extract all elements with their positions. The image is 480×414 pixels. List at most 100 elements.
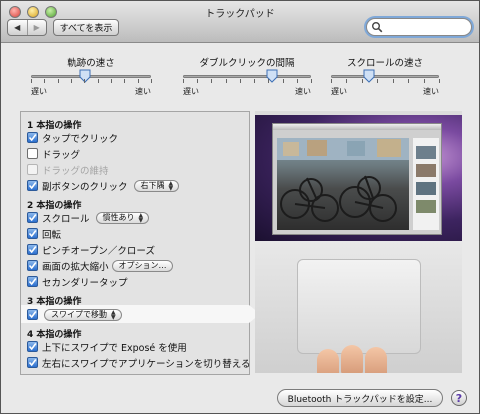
- scroll-speed-slider: スクロールの速さ 遅い 速い: [331, 55, 440, 97]
- slider-tick: [361, 79, 363, 83]
- pinch-checkbox[interactable]: [27, 244, 38, 255]
- slider-tick: [346, 79, 348, 83]
- search-field[interactable]: [366, 18, 472, 36]
- preview-photo: [277, 138, 409, 230]
- slider-tick: [137, 79, 139, 83]
- rotate-checkbox[interactable]: [27, 228, 38, 239]
- show-all-button[interactable]: すべてを表示: [53, 19, 119, 36]
- thumbnail: [416, 164, 436, 177]
- zoom-checkbox[interactable]: [27, 260, 38, 271]
- slider-max-label: 速い: [135, 87, 151, 96]
- secondary-click-checkbox[interactable]: [27, 180, 38, 191]
- bicycles-photo-icon: [277, 138, 409, 222]
- scroll-checkbox[interactable]: [27, 212, 38, 223]
- slider-tick: [239, 79, 241, 83]
- slider-tick: [311, 79, 312, 83]
- slider-tick: [110, 79, 112, 83]
- checkmark-icon: [28, 343, 37, 351]
- tap-to-click-label: タップでクリック: [42, 133, 119, 145]
- scroll-popup[interactable]: 慣性あり ▲ ▼: [95, 211, 150, 224]
- three-finger-title: 3 本指の操作: [27, 297, 82, 307]
- secondary-tap-row[interactable]: セカンダリータップ: [27, 275, 128, 289]
- slider-tick: [392, 79, 394, 83]
- gesture-preview: [255, 111, 462, 373]
- checkmark-icon: [28, 134, 37, 142]
- slider-tick: [197, 79, 199, 83]
- checkmark-icon: [28, 359, 37, 367]
- finger-icon: [341, 345, 363, 373]
- three-finger-swipe-checkbox[interactable]: [27, 309, 38, 320]
- drag-row[interactable]: ドラッグ: [27, 147, 80, 161]
- rotate-row[interactable]: 回転: [27, 227, 62, 241]
- checkmark-icon: [28, 246, 37, 254]
- scroll-row[interactable]: スクロール 慣性あり ▲ ▼: [27, 211, 150, 225]
- three-finger-swipe-row[interactable]: スワイプで移動 ▲ ▼: [27, 308, 122, 321]
- checkmark-icon: [28, 278, 37, 286]
- expose-checkbox[interactable]: [27, 341, 38, 352]
- slider-tick: [423, 79, 425, 83]
- forward-button[interactable]: ▶: [26, 20, 47, 35]
- expose-label: 上下にスワイプで Exposé を使用: [42, 342, 187, 354]
- secondary-tap-label: セカンダリータップ: [42, 277, 128, 289]
- slider-tick: [211, 79, 213, 83]
- slider-tick: [183, 79, 184, 83]
- slider-ticks: [31, 78, 152, 83]
- checkmark-icon: [28, 182, 37, 190]
- help-button[interactable]: ?: [451, 390, 467, 406]
- finger-icon: [317, 349, 339, 373]
- tap-to-click-checkbox[interactable]: [27, 132, 38, 143]
- slider-label: 軌跡の速さ: [67, 58, 115, 69]
- secondary-click-row[interactable]: 副ボタンのクリック 右下隅 ▲ ▼: [27, 179, 180, 193]
- zoom-options-button[interactable]: オプション…: [111, 259, 173, 272]
- zoom-label: 画面の拡大縮小: [42, 261, 109, 273]
- slider-tick: [282, 79, 284, 83]
- preview-app-window: [272, 123, 442, 235]
- secondary-tap-checkbox[interactable]: [27, 276, 38, 287]
- slider-ticks: [331, 78, 440, 83]
- nav-buttons: ◀ ▶: [7, 19, 47, 36]
- slider-tick: [377, 79, 379, 83]
- slider-tick: [70, 79, 72, 83]
- back-button[interactable]: ◀: [8, 20, 27, 35]
- search-icon: [372, 22, 383, 33]
- slider-tick: [124, 79, 126, 83]
- gesture-options-panel: 1 本指の操作 タップでクリック ドラッグ ドラッグの維持 副ボタンのクリック …: [20, 111, 260, 375]
- slider-tick: [31, 79, 32, 83]
- slider-tick: [331, 79, 332, 83]
- checkmark-icon: [28, 214, 37, 222]
- preview-side-thumbnails: [413, 138, 439, 230]
- bluetooth-trackpad-setup-button[interactable]: Bluetooth トラックパッドを設定...: [277, 389, 443, 407]
- drag-checkbox[interactable]: [27, 148, 38, 159]
- drag-lock-checkbox: [27, 164, 38, 175]
- tap-to-click-row[interactable]: タップでクリック: [27, 131, 119, 145]
- slider-tick: [408, 79, 410, 83]
- thumbnail: [416, 182, 436, 195]
- app-switch-row[interactable]: 左右にスワイプでアプリケーションを切り替える: [27, 356, 251, 370]
- pinch-row[interactable]: ピンチオープン／クローズ: [27, 243, 155, 257]
- slider-ticks: [183, 78, 312, 83]
- drag-lock-row: ドラッグの維持: [27, 163, 109, 177]
- trackpad-preferences-window: トラックパッド ◀ ▶ すべてを表示 軌跡の速さ 遅い 速い ダブルクリックの間隔…: [0, 0, 480, 414]
- search-input[interactable]: [385, 20, 469, 34]
- three-finger-swipe-popup[interactable]: スワイプで移動 ▲ ▼: [44, 308, 122, 321]
- expose-row[interactable]: 上下にスワイプで Exposé を使用: [27, 340, 187, 354]
- back-arrow-icon: ◀: [14, 23, 21, 32]
- slider-min-label: 遅い: [31, 87, 47, 96]
- slider-label: スクロールの速さ: [346, 58, 423, 69]
- finger-icon: [365, 347, 387, 373]
- app-switch-checkbox[interactable]: [27, 357, 38, 368]
- popup-value: 右下隅: [140, 181, 165, 190]
- thumbnail: [416, 200, 436, 213]
- drag-lock-label: ドラッグの維持: [42, 165, 109, 177]
- secondary-click-label: 副ボタンのクリック: [42, 181, 128, 193]
- popup-arrows-icon: ▲ ▼: [168, 179, 174, 192]
- app-switch-label: 左右にスワイプでアプリケーションを切り替える: [42, 358, 251, 370]
- checkmark-icon: [28, 230, 37, 238]
- forward-arrow-icon: ▶: [33, 23, 40, 32]
- secondary-click-popup[interactable]: 右下隅 ▲ ▼: [133, 179, 180, 192]
- zoom-row[interactable]: 画面の拡大縮小 オプション…: [27, 259, 173, 273]
- rotate-label: 回転: [42, 229, 62, 241]
- tracking-speed-slider: 軌跡の速さ 遅い 速い: [31, 55, 152, 97]
- title-bar: トラックパッド ◀ ▶ すべてを表示: [1, 1, 479, 43]
- preview-menubar: [255, 111, 462, 115]
